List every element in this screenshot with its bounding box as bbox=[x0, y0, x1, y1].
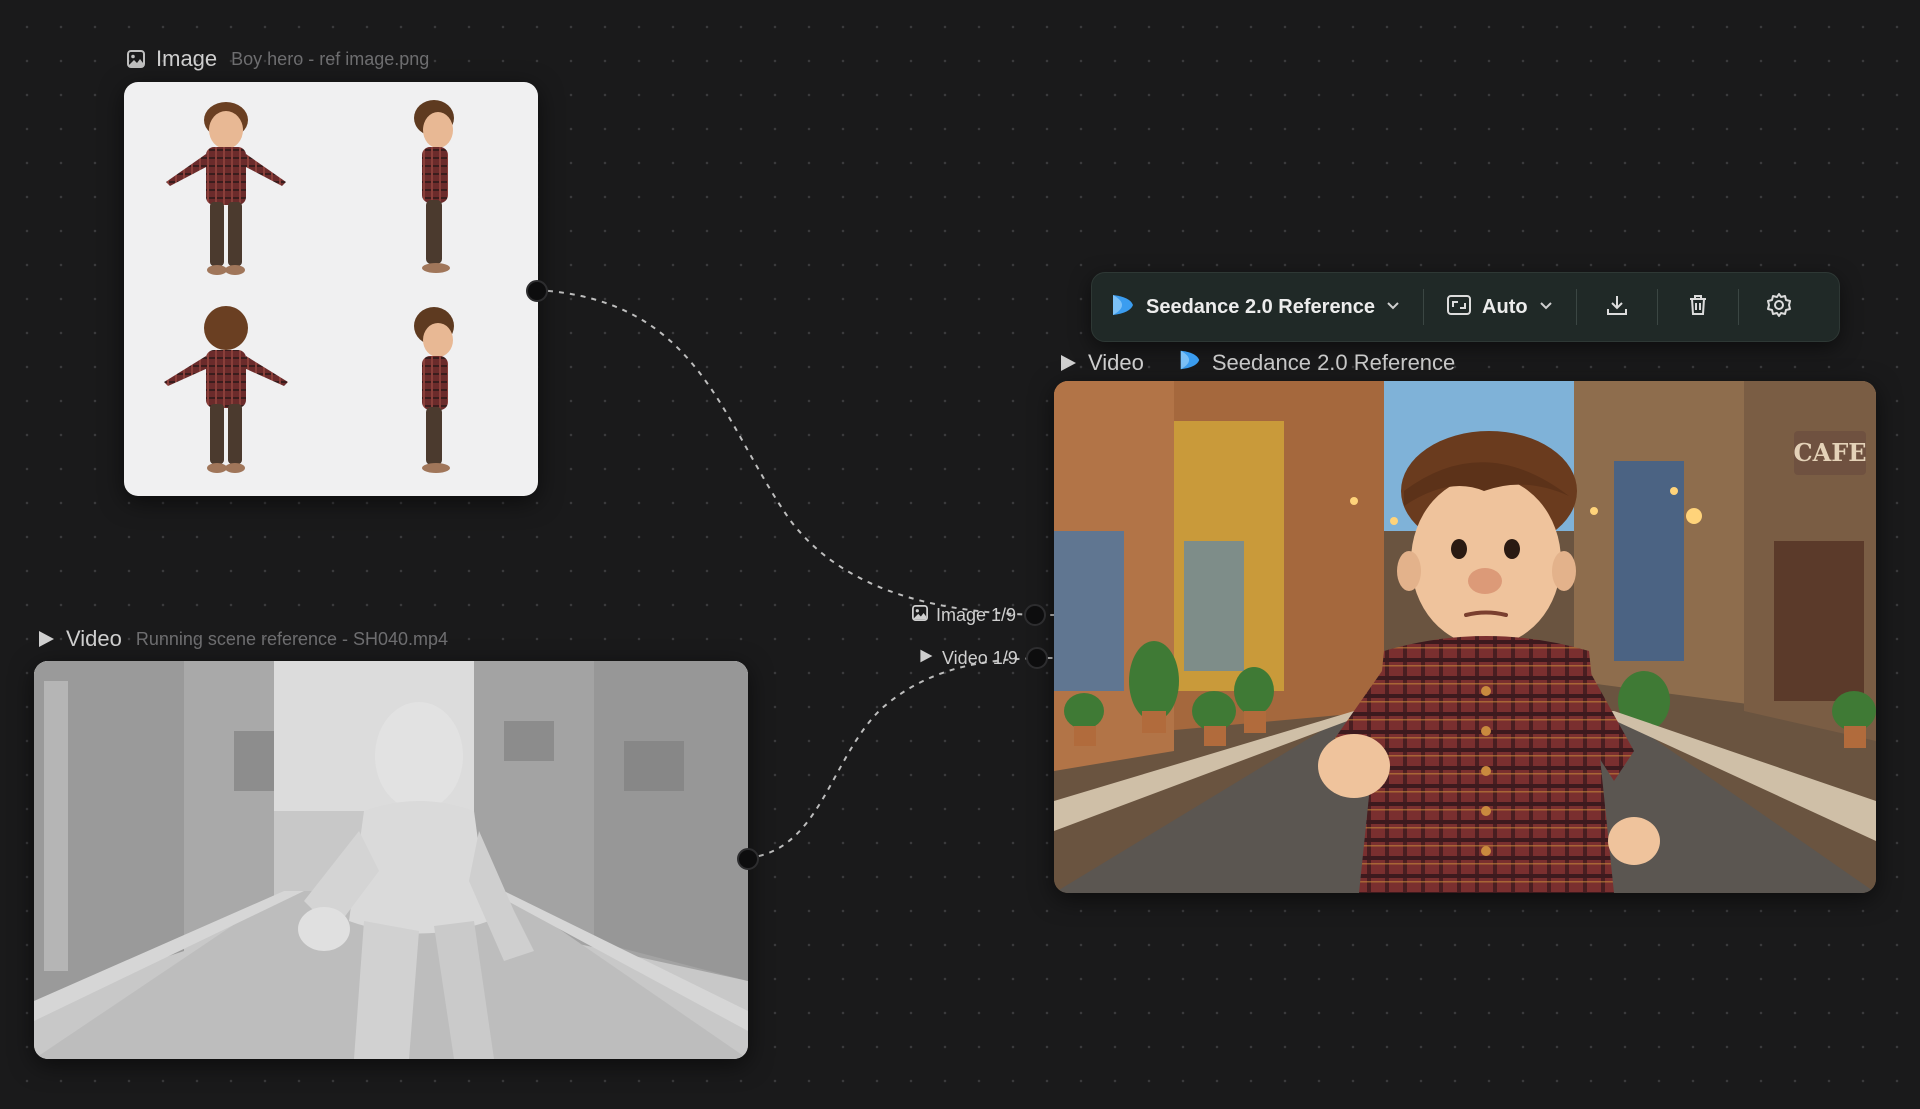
video-node-type-label: Video bbox=[66, 626, 122, 651]
toolbar-divider bbox=[1423, 289, 1425, 325]
seedance-logo-icon bbox=[1110, 292, 1136, 323]
cafe-sign-text: CAFE bbox=[1793, 438, 1866, 467]
settings-button[interactable] bbox=[1761, 289, 1797, 325]
video-node-output-handle[interactable] bbox=[737, 848, 759, 870]
gear-icon bbox=[1766, 292, 1792, 323]
generated-video-frame: CAFE bbox=[1054, 381, 1876, 893]
play-icon bbox=[1058, 353, 1078, 373]
image-node-output-handle[interactable] bbox=[526, 280, 548, 302]
aspect-ratio-value: Auto bbox=[1482, 295, 1528, 318]
input-port-video-handle[interactable] bbox=[1025, 647, 1048, 669]
delete-button[interactable] bbox=[1680, 289, 1716, 325]
video-node-preview[interactable] bbox=[34, 661, 748, 1059]
play-icon bbox=[36, 629, 56, 649]
toolbar-divider bbox=[1656, 289, 1658, 325]
toolbar-divider bbox=[1737, 289, 1739, 325]
trash-icon bbox=[1686, 293, 1710, 322]
play-icon bbox=[918, 648, 934, 669]
image-node-type-label: Image bbox=[156, 46, 218, 71]
aspect-ratio-select[interactable]: Auto bbox=[1446, 273, 1554, 341]
chevron-down-icon bbox=[1385, 297, 1401, 318]
chevron-down-icon bbox=[1538, 297, 1554, 318]
download-button[interactable] bbox=[1599, 289, 1635, 325]
image-node-file-name: Boy hero - ref image.png bbox=[231, 48, 430, 69]
image-node-header[interactable]: Image Boy hero - ref image.png bbox=[126, 46, 429, 72]
toolbar-divider bbox=[1575, 289, 1577, 325]
download-icon bbox=[1605, 293, 1629, 322]
output-node-preview[interactable]: CAFE bbox=[1054, 381, 1876, 893]
running-mannequin-frame bbox=[34, 661, 748, 1059]
image-icon bbox=[126, 49, 146, 69]
output-node-type-label: Video bbox=[1088, 349, 1144, 375]
output-node-toolbar: Seedance 2.0 Reference Auto bbox=[1091, 272, 1840, 342]
video-node-file-name: Running scene reference - SH040.mp4 bbox=[135, 628, 449, 649]
image-icon bbox=[912, 604, 928, 626]
image-node-preview[interactable] bbox=[124, 82, 538, 496]
character-turnaround-image bbox=[164, 100, 454, 473]
model-select[interactable]: Seedance 2.0 Reference bbox=[1110, 273, 1401, 341]
output-node-model-name: Seedance 2.0 Reference bbox=[1211, 349, 1456, 375]
video-node-header[interactable]: Video Running scene reference - SH040.mp… bbox=[36, 626, 448, 652]
input-port-image[interactable]: Image 1/9 bbox=[912, 604, 1047, 626]
aspect-ratio-icon bbox=[1446, 294, 1472, 321]
input-port-video[interactable]: Video 1/9 bbox=[918, 647, 1048, 669]
input-port-video-label: Video 1/9 bbox=[942, 647, 1018, 668]
seedance-logo-icon bbox=[1178, 348, 1202, 377]
input-port-image-handle[interactable] bbox=[1024, 604, 1047, 626]
output-node-header[interactable]: Video Seedance 2.0 Reference bbox=[1058, 348, 1455, 377]
model-select-value: Seedance 2.0 Reference bbox=[1146, 295, 1376, 318]
input-port-image-label: Image 1/9 bbox=[936, 604, 1017, 625]
